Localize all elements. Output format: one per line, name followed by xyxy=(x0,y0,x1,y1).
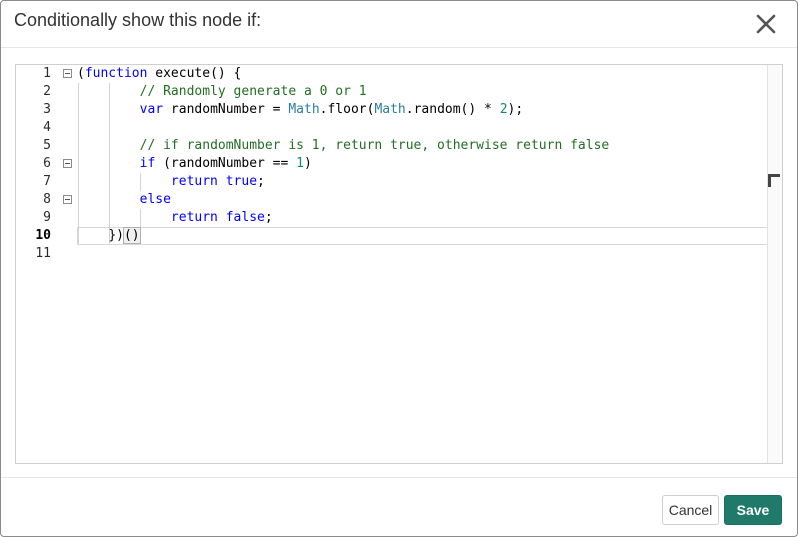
dialog-footer: Cancel Save xyxy=(1,477,797,536)
line-number: 2 xyxy=(43,84,51,99)
code-text: return true; xyxy=(170,174,265,189)
line-number: 4 xyxy=(43,120,51,135)
code-text: if (randomNumber == 1) xyxy=(139,156,312,171)
code-line: 9 return false; xyxy=(16,209,767,227)
scroll-marker xyxy=(768,174,780,188)
line-number: 7 xyxy=(43,174,51,189)
code-line: 2 // Randomly generate a 0 or 1 xyxy=(16,83,767,101)
code-line: 5 // if randomNumber is 1, return true, … xyxy=(16,137,767,155)
line-number: 6 xyxy=(43,156,51,171)
code-line: 7 return true; xyxy=(16,173,767,191)
code-text: // if randomNumber is 1, return true, ot… xyxy=(139,138,610,153)
code-text: else xyxy=(139,192,171,207)
code-line: 11 xyxy=(16,245,767,263)
code-line: 8 else xyxy=(16,191,767,209)
code-text: // Randomly generate a 0 or 1 xyxy=(139,84,367,99)
code-line: 1 (function execute() { xyxy=(16,65,767,83)
vertical-scrollbar[interactable] xyxy=(767,65,782,463)
condition-dialog: Conditionally show this node if: 1 (func… xyxy=(0,0,798,537)
code-text: return false; xyxy=(170,210,273,225)
cancel-button[interactable]: Cancel xyxy=(662,495,719,525)
line-number: 1 xyxy=(43,66,51,81)
code-line: 6 if (randomNumber == 1) xyxy=(16,155,767,173)
bracket-match: () xyxy=(122,227,141,244)
code-line: 4 xyxy=(16,119,767,137)
fold-toggle-icon[interactable] xyxy=(63,159,72,168)
code-editor[interactable]: 1 (function execute() { 2 // Randomly ge… xyxy=(15,64,783,464)
fold-toggle-icon[interactable] xyxy=(63,195,72,204)
line-number: 9 xyxy=(43,210,51,225)
line-number: 11 xyxy=(35,246,51,261)
code-text: })() xyxy=(108,227,141,244)
dialog-title: Conditionally show this node if: xyxy=(14,10,262,30)
dialog-header: Conditionally show this node if: xyxy=(1,1,797,48)
code-line: 10 })() xyxy=(16,227,767,245)
line-number: 8 xyxy=(43,192,51,207)
fold-toggle-icon[interactable] xyxy=(63,69,72,78)
line-number: 10 xyxy=(35,228,51,243)
code-text: (function execute() { xyxy=(77,66,242,81)
close-icon[interactable] xyxy=(753,11,779,37)
code-line: 3 var randomNumber = Math.floor(Math.ran… xyxy=(16,101,767,119)
save-button[interactable]: Save xyxy=(724,495,782,525)
line-number: 5 xyxy=(43,138,51,153)
code-text: var randomNumber = Math.floor(Math.rando… xyxy=(139,102,524,117)
line-number: 3 xyxy=(43,102,51,117)
